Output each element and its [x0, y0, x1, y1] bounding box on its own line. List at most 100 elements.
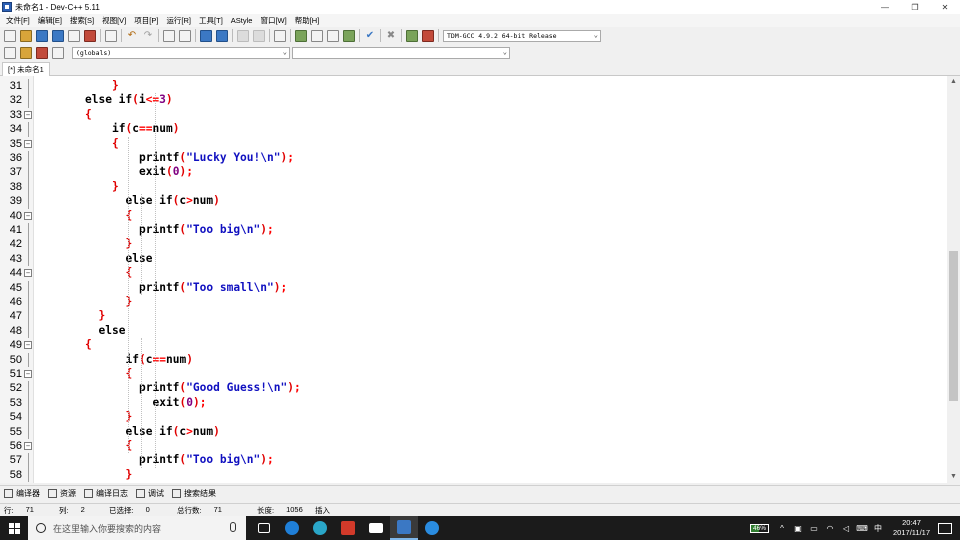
close-all-icon[interactable]	[84, 29, 96, 42]
code-editor[interactable]: 31} 32 else if(i<=3) 33−{34 if(c==num) 35−{36…	[0, 76, 947, 483]
menu-view[interactable]: 视图[V]	[98, 15, 130, 26]
fold-toggle-icon[interactable]: −	[24, 341, 32, 350]
fold-toggle-icon[interactable]: −	[24, 442, 32, 450]
code-line[interactable]: 33− {	[0, 108, 947, 122]
taskbar-search-box[interactable]: 在这里输入你要搜索的内容	[28, 516, 246, 540]
code-line[interactable]: 38}	[0, 179, 947, 195]
sogou-taskbar-button[interactable]	[418, 516, 446, 540]
close-file-icon[interactable]	[68, 29, 80, 42]
scrollbar-thumb[interactable]	[949, 251, 958, 401]
code-line[interactable]: 48 else	[0, 323, 947, 339]
save-all-icon[interactable]	[52, 29, 64, 42]
menu-file[interactable]: 文件[F]	[2, 15, 34, 26]
red-app-taskbar-button[interactable]	[334, 516, 362, 540]
tab-untitled1[interactable]: [*] 未命名1	[2, 62, 50, 76]
tab-search-results[interactable]: 搜索结果	[172, 488, 216, 499]
code-line[interactable]: 34 if(c==num)	[0, 122, 947, 137]
scroll-up-arrow-icon[interactable]: ▲	[947, 76, 960, 88]
code-token: )	[186, 352, 193, 366]
find-icon[interactable]	[163, 29, 175, 42]
compile-run-icon[interactable]	[327, 29, 339, 42]
code-line[interactable]: 37 exit(0);	[0, 165, 947, 180]
code-line[interactable]: 58}	[0, 467, 947, 483]
save-icon[interactable]	[36, 29, 48, 42]
unindent-icon[interactable]	[253, 29, 265, 42]
menu-tools[interactable]: 工具[T]	[195, 15, 227, 26]
fold-toggle-icon[interactable]: −	[24, 211, 32, 220]
compiler-select[interactable]: TDM-GCC 4.9.2 64-bit Release ⌄	[443, 29, 601, 42]
member-select[interactable]: ⌄	[292, 46, 510, 59]
project-remove-icon[interactable]	[36, 46, 48, 59]
show-hidden-icons-chevron-icon[interactable]: ^	[775, 524, 789, 533]
action-center-icon[interactable]	[938, 522, 952, 534]
indent-icon[interactable]	[237, 29, 249, 42]
tab-debug[interactable]: 调试	[136, 488, 164, 499]
code-line[interactable]: 31}	[0, 79, 947, 94]
fold-toggle-icon[interactable]: −	[24, 139, 32, 148]
menu-run[interactable]: 运行[R]	[162, 15, 195, 26]
fold-toggle-icon[interactable]: −	[24, 370, 32, 378]
microphone-icon[interactable]	[230, 522, 236, 532]
tab-compile-log[interactable]: 编译日志	[84, 488, 128, 499]
goto-line-icon[interactable]	[200, 29, 212, 42]
editor-vertical-scrollbar[interactable]: ▲ ▼	[947, 76, 960, 483]
volume-icon[interactable]: ◁	[839, 524, 853, 533]
globals-select[interactable]: (globals) ⌄	[72, 46, 290, 59]
menu-help[interactable]: 帮助[H]	[291, 15, 324, 26]
task-view-button[interactable]	[250, 516, 278, 540]
code-token: else if	[125, 424, 173, 438]
code-line[interactable]: 32 else if(i<=3)	[0, 93, 947, 108]
project-add-icon[interactable]	[20, 46, 32, 59]
mail-taskbar-button[interactable]	[362, 516, 390, 540]
code-line[interactable]: 46}	[0, 295, 947, 310]
display-icon[interactable]: ▭	[807, 524, 821, 533]
restore-button[interactable]: ❐	[900, 0, 930, 14]
keyboard-icon[interactable]: ⌨	[855, 524, 869, 533]
bookmark-icon[interactable]	[216, 29, 228, 42]
toggle-comment-icon[interactable]	[274, 29, 286, 42]
menu-edit[interactable]: 编辑[E]	[34, 15, 66, 26]
code-line[interactable]: 35− {	[0, 137, 947, 151]
wifi-icon[interactable]: ◠	[823, 524, 837, 533]
project-options-icon[interactable]	[52, 46, 64, 59]
fold-toggle-icon[interactable]: −	[24, 110, 32, 119]
edge-taskbar-button[interactable]	[278, 516, 306, 540]
menu-astyle[interactable]: AStyle	[227, 16, 257, 25]
ime-indicator[interactable]: 中	[871, 523, 885, 534]
compile-icon[interactable]	[295, 29, 307, 42]
code-area[interactable]: 31} 32 else if(i<=3) 33−{34 if(c==num) 35−{36…	[0, 76, 947, 483]
code-token: printf	[139, 223, 180, 236]
rebuild-icon[interactable]	[343, 29, 355, 42]
check-syntax-icon[interactable]: ✔	[364, 30, 376, 42]
replace-icon[interactable]	[179, 29, 191, 42]
undo-icon[interactable]: ↶	[126, 30, 138, 42]
project-new-icon[interactable]	[4, 46, 16, 59]
fold-toggle-icon[interactable]: −	[24, 269, 32, 278]
tab-compiler[interactable]: 编译器	[4, 488, 40, 499]
code-line[interactable]: 47}	[0, 309, 947, 324]
run-icon[interactable]	[311, 29, 323, 42]
start-button[interactable]	[0, 516, 28, 540]
menu-window[interactable]: 窗口[W]	[256, 15, 290, 26]
scroll-down-arrow-icon[interactable]: ▼	[947, 471, 960, 483]
menu-search[interactable]: 搜索[S]	[66, 15, 98, 26]
taskbar-clock[interactable]: 20:47 2017/11/17	[893, 518, 930, 538]
tab-resources[interactable]: 资源	[48, 488, 76, 499]
code-text: printf("Too small\n");	[139, 281, 287, 295]
new-file-icon[interactable]	[4, 29, 16, 42]
clock-app-taskbar-button[interactable]	[306, 516, 334, 540]
devcpp-taskbar-button[interactable]	[390, 516, 418, 540]
battery-indicator[interactable]: 46%	[750, 523, 770, 533]
print-icon[interactable]	[105, 29, 117, 42]
debug-icon[interactable]	[422, 29, 434, 42]
stop-execution-icon[interactable]: ✖	[385, 30, 397, 42]
menu-project[interactable]: 项目[P]	[130, 15, 162, 26]
code-line[interactable]: 36 printf("Lucky You!\n");	[0, 151, 947, 166]
redo-icon[interactable]: ↷	[142, 30, 154, 42]
close-button[interactable]: ✕	[930, 0, 960, 14]
minimize-button[interactable]: —	[870, 0, 900, 14]
profile-chart-icon[interactable]	[406, 29, 418, 42]
open-file-icon[interactable]	[20, 29, 32, 42]
people-icon[interactable]: ▣	[791, 524, 805, 533]
status-col: 列: 2	[55, 505, 105, 516]
